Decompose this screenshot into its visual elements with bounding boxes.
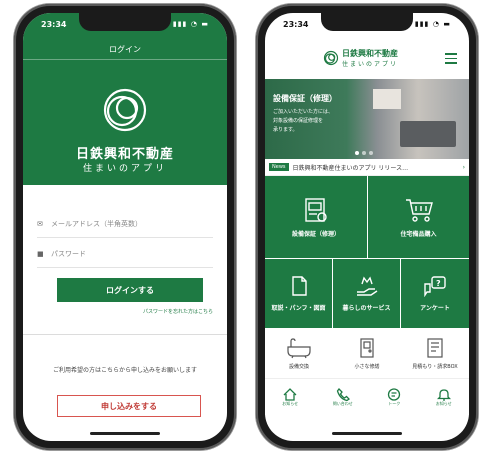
shopping-cart-icon — [405, 198, 433, 222]
logo-subtitle: 住まいのアプリ — [342, 61, 399, 68]
tile-survey[interactable]: ? アンケート — [401, 259, 469, 328]
document-icon — [291, 276, 307, 296]
app-logo[interactable]: 日鉄興和不動産 住まいのアプリ — [323, 48, 398, 68]
grid-divider — [332, 259, 333, 328]
login-button[interactable]: ログインする — [57, 278, 203, 302]
phone-icon — [336, 387, 350, 401]
home-icon — [283, 387, 297, 401]
tile-equipment-replacement[interactable]: 設備交換 — [265, 328, 333, 378]
invoice-icon — [427, 337, 443, 358]
tile-label: 設備保証（修理） — [291, 230, 340, 238]
news-badge: News — [269, 163, 289, 171]
bottom-tab-bar: お知らせ 問い合わせ トーク お知らせ — [265, 378, 469, 415]
forgot-password-link[interactable]: パスワードを忘れた方はこちら — [143, 308, 213, 315]
grid-divider — [400, 259, 401, 328]
news-text: 日鉄興和不動産住まいのアプリ リリース… — [292, 164, 409, 172]
tile-label: 暮らしのサービス — [342, 305, 391, 312]
tile-label: 小さな修繕 — [354, 363, 380, 370]
news-ticker[interactable]: News 日鉄興和不動産住まいのアプリ リリース… › — [265, 159, 469, 176]
question-chat-icon: ? — [424, 276, 446, 297]
tile-label: 設備交換 — [288, 363, 309, 370]
grid-divider — [367, 176, 368, 258]
bell-icon — [436, 388, 451, 401]
email-placeholder: メールアドレス（半角英数） — [51, 220, 142, 228]
tab-contact[interactable]: 問い合わせ — [332, 387, 353, 407]
tile-label: 取説・パンフ・図面 — [271, 305, 326, 312]
tile-warranty-repair[interactable]: 設備保証（修理） — [265, 176, 367, 258]
kitchen-stove-graphic — [400, 121, 456, 147]
svg-text:?: ? — [436, 279, 441, 288]
chevron-right-icon: › — [462, 163, 465, 171]
grid-divider — [265, 258, 469, 259]
home-indicator — [332, 432, 402, 435]
bathtub-icon — [287, 337, 311, 358]
brand-name: 日鉄興和不動産 — [75, 147, 174, 162]
tab-home[interactable]: お知らせ — [282, 387, 299, 407]
banner-heading: 設備保証（修理） — [273, 94, 337, 103]
tab-label: お知らせ — [282, 400, 299, 406]
rings-logo-icon — [323, 50, 339, 66]
brand-subtitle: 住まいのアプリ — [82, 164, 167, 174]
tile-label: アンケート — [420, 305, 450, 312]
tab-notifications[interactable]: お知らせ — [436, 388, 452, 407]
chat-icon — [388, 387, 401, 401]
rings-logo-icon — [103, 88, 147, 132]
tile-manuals[interactable]: 取説・パンフ・図面 — [265, 259, 332, 328]
password-placeholder: パスワード — [51, 250, 86, 258]
tile-small-repairs[interactable]: 小さな修繕 — [333, 328, 401, 378]
divider — [23, 334, 227, 335]
status-time: 23:34 — [41, 19, 67, 29]
email-field[interactable]: ✉ メールアドレス（半角英数） — [37, 211, 213, 238]
phone-home: 23:34 ▮▮▮ ◔ ▬ 日鉄興和不動産 住まいのアプリ 設備保証（修理） ご… — [256, 4, 478, 450]
apply-button[interactable]: 申し込みをする — [57, 395, 201, 417]
signup-notice: ご利用希望の方はこちらから申し込みをお願いします — [52, 367, 197, 374]
banner-text: ご加入いただいた方には、 対象設備の保証修理を 承ります。 — [273, 109, 334, 133]
logo-name: 日鉄興和不動産 — [342, 49, 398, 58]
status-time: 23:34 — [283, 19, 309, 29]
mail-icon: ✉ — [37, 220, 43, 228]
tile-label: 見積もり・請求BOX — [412, 363, 458, 370]
home-indicator — [90, 432, 160, 435]
hand-crown-icon — [356, 276, 377, 296]
carousel-dots[interactable] — [355, 151, 373, 155]
hero-banner[interactable]: 設備保証（修理） ご加入いただいた方には、 対象設備の保証修理を 承ります。 — [265, 79, 469, 159]
tab-talk[interactable]: トーク — [387, 387, 401, 407]
app-header: 日鉄興和不動産 住まいのアプリ — [265, 35, 469, 79]
home-screen: 23:34 ▮▮▮ ◔ ▬ 日鉄興和不動産 住まいのアプリ 設備保証（修理） ご… — [265, 13, 469, 441]
document-monitor-icon — [305, 197, 327, 222]
password-field[interactable]: ■ パスワード — [37, 241, 213, 268]
login-screen: 23:34 ▮▮▮ ◔ ▬ ログイン 日鉄興和不動産 住まいのアプリ ✉ メール… — [23, 13, 227, 441]
page-title: ログイン — [109, 45, 141, 54]
tile-estimates-billing[interactable]: 見積もり・請求BOX — [401, 328, 469, 378]
tab-label: お知らせ — [435, 400, 452, 406]
signal-wifi-battery-icon: ▮▮▮ ◔ ▬ — [172, 20, 209, 28]
signal-wifi-battery-icon: ▮▮▮ ◔ ▬ — [414, 20, 451, 28]
phone-login: 23:34 ▮▮▮ ◔ ▬ ログイン 日鉄興和不動産 住まいのアプリ ✉ メール… — [14, 4, 236, 450]
login-header-panel: 23:34 ▮▮▮ ◔ ▬ ログイン 日鉄興和不動産 住まいのアプリ — [23, 13, 227, 185]
notch — [321, 13, 413, 31]
tab-label: 問い合わせ — [332, 400, 353, 406]
lock-icon: ■ — [37, 250, 44, 258]
tile-label: 住宅備品購入 — [400, 230, 437, 238]
hamburger-menu-icon[interactable] — [445, 53, 457, 67]
kitchen-cabinet-graphic — [373, 89, 401, 109]
tile-home-supplies[interactable]: 住宅備品購入 — [368, 176, 469, 258]
tile-living-services[interactable]: 暮らしのサービス — [333, 259, 400, 328]
notch — [79, 13, 171, 31]
divider — [23, 59, 227, 60]
secondary-menu: 設備交換 小さな修繕 見積もり・請求BOX — [265, 328, 469, 378]
tab-label: トーク — [388, 400, 401, 406]
door-icon — [360, 337, 374, 358]
